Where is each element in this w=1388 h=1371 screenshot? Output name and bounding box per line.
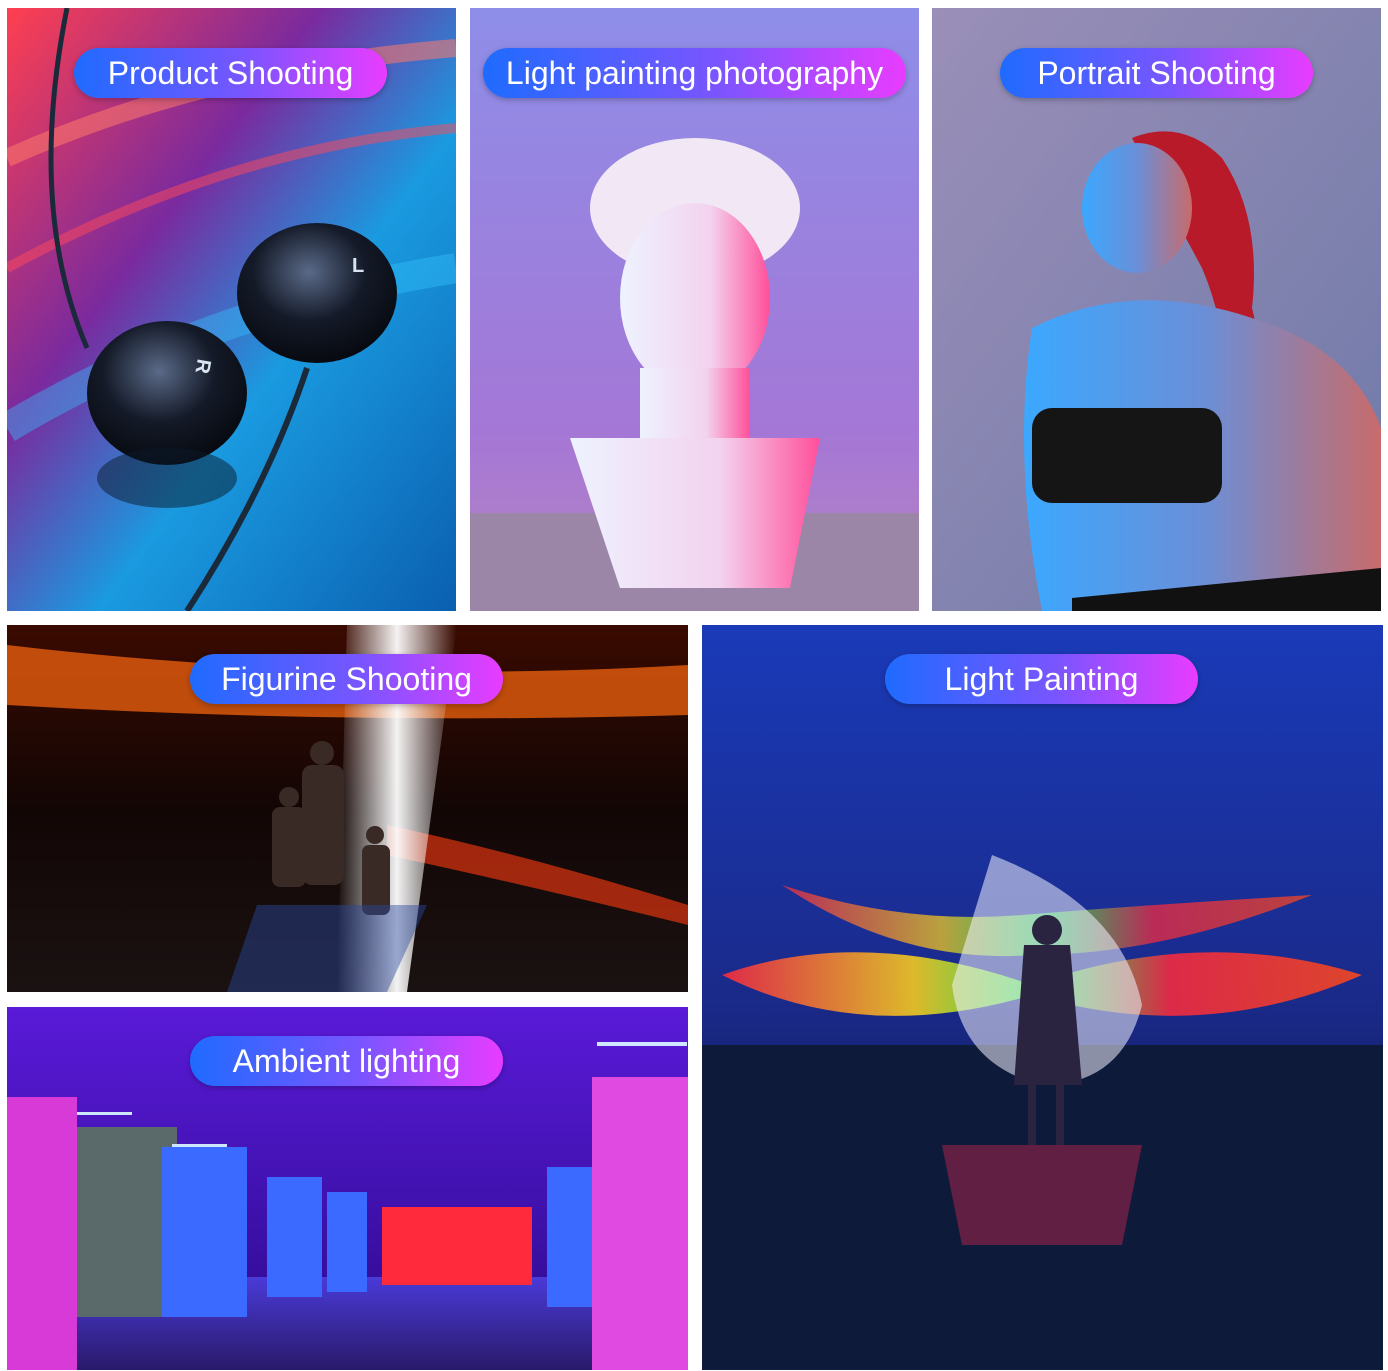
earbud-left-mark: L	[352, 255, 364, 277]
portrait-shooting-label-text: Portrait Shooting	[1037, 54, 1276, 91]
light-painting-label-text: Light Painting	[944, 660, 1139, 697]
light-painting-panel: Light Painting	[702, 625, 1383, 1370]
head	[1082, 143, 1192, 273]
red-lit-end	[382, 1207, 532, 1285]
portrait-shooting-label: Portrait Shooting	[1000, 48, 1313, 98]
figurine-shooting-label: Figurine Shooting	[190, 654, 503, 704]
face	[620, 203, 770, 393]
portrait-shooting-panel: Portrait Shooting	[932, 8, 1381, 611]
reflection	[942, 1145, 1142, 1245]
light-painting-image	[702, 625, 1383, 1370]
bust-statue-image	[470, 8, 919, 611]
pillar-left	[7, 1097, 77, 1370]
light-painting-photography-label: Light painting photography	[483, 48, 906, 98]
product-shooting-label-text: Product Shooting	[107, 54, 354, 91]
product-shooting-panel: L R Product Shooting	[7, 8, 456, 611]
ambient-lighting-label: Ambient lighting	[190, 1036, 503, 1086]
product-shooting-label: Product Shooting	[74, 48, 387, 98]
figurine-shooting-label-text: Figurine Shooting	[221, 660, 472, 697]
ambient-lighting-panel: Ambient lighting	[7, 1007, 688, 1370]
portrait-image	[932, 8, 1381, 611]
light-painting-label: Light Painting	[885, 654, 1198, 704]
earbuds-image: L R	[7, 8, 456, 611]
top	[1032, 408, 1222, 503]
right-earbud	[87, 321, 247, 465]
light-painting-photography-label-text: Light painting photography	[505, 54, 884, 91]
left-earbud	[237, 223, 397, 363]
pillar-right	[592, 1077, 688, 1370]
light-painting-photography-panel: Light painting photography	[470, 8, 919, 611]
ambient-lighting-label-text: Ambient lighting	[232, 1042, 461, 1079]
figurine-shooting-panel: Figurine Shooting	[7, 625, 688, 992]
